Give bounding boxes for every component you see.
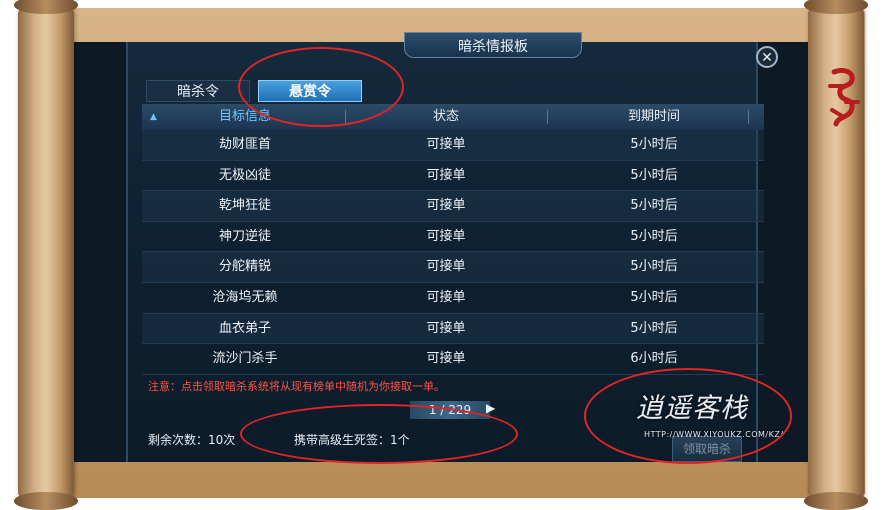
status-cell: 可接单 — [426, 167, 466, 183]
expiry-cell: 5小时后 — [630, 289, 678, 305]
column-divider — [748, 110, 749, 124]
column-divider — [547, 110, 548, 124]
target-cell: 乾坤狂徒 — [218, 198, 271, 214]
table-row[interactable]: 分舵精锐 可接单 5小时后 — [142, 252, 764, 283]
remaining-count: 剩余次数：10次 — [148, 433, 236, 447]
expiry-cell: 6小时后 — [630, 351, 678, 367]
table-row[interactable]: 劫财匪首 可接单 5小时后 — [142, 130, 764, 161]
target-cell: 无极凶徒 — [218, 167, 271, 183]
table-row[interactable]: 血衣弟子 可接单 5小时后 — [142, 313, 764, 345]
target-cell: 劫财匪首 — [218, 137, 271, 152]
scroll-rod-left — [14, 0, 78, 510]
target-cell: 神刀逆徒 — [218, 228, 271, 244]
annotation-ellipse-carry — [240, 404, 518, 464]
table-header: ▲ 目标信息 状态 到期时间 — [142, 104, 764, 130]
seal-stamp-icon — [828, 67, 860, 127]
annotation-ellipse-accept — [584, 368, 792, 464]
table-row[interactable]: 沧海坞无赖 可接单 5小时后 — [142, 283, 764, 314]
expiry-cell: 5小时后 — [630, 320, 678, 336]
target-cell: 血衣弟子 — [218, 320, 271, 336]
status-cell: 可接单 — [426, 289, 466, 305]
status-cell: 可接单 — [426, 198, 466, 214]
table-row[interactable]: 无极凶徒 可接单 5小时后 — [142, 161, 764, 192]
target-cell: 分舵精锐 — [218, 259, 271, 275]
status-cell: 可接单 — [426, 137, 466, 152]
annotation-ellipse-tab — [238, 47, 404, 127]
notice-text: 注意：点击领取暗杀系统将从现有榜单中随机为你接取一单。 — [148, 380, 445, 393]
expiry-cell: 5小时后 — [630, 167, 678, 183]
expiry-cell: 5小时后 — [630, 228, 678, 244]
status-cell: 可接单 — [426, 259, 466, 275]
target-cell: 沧海坞无赖 — [212, 289, 278, 305]
window-title: 暗杀情报板 — [404, 32, 582, 58]
tab-assassin-order[interactable]: 暗杀令 — [146, 80, 250, 102]
bounty-table: ▲ 目标信息 状态 到期时间 劫财匪首 可接单 5小时后 无极凶徒 可接单 5小时后 乾… — [142, 104, 764, 375]
table-row[interactable]: 神刀逆徒 可接单 5小时后 — [142, 222, 764, 253]
expiry-cell: 5小时后 — [630, 137, 678, 152]
table-body: 劫财匪首 可接单 5小时后 无极凶徒 可接单 5小时后 乾坤狂徒 可接单 5小时后 神刀逆徒… — [142, 130, 764, 375]
status-cell: 可接单 — [426, 228, 466, 244]
expiry-cell: 5小时后 — [630, 259, 678, 275]
table-row[interactable]: 乾坤狂徒 可接单 5小时后 — [142, 191, 764, 222]
close-button[interactable]: ✕ — [756, 46, 778, 68]
next-page-icon[interactable]: ▶ — [486, 401, 495, 415]
status-cell: 可接单 — [426, 320, 466, 336]
status-cell: 可接单 — [426, 351, 466, 367]
expiry-cell: 5小时后 — [630, 198, 678, 214]
header-expiry[interactable]: 到期时间 — [544, 104, 764, 130]
target-cell: 流沙门杀手 — [212, 351, 278, 367]
sort-ascending-icon[interactable]: ▲ — [150, 104, 157, 130]
